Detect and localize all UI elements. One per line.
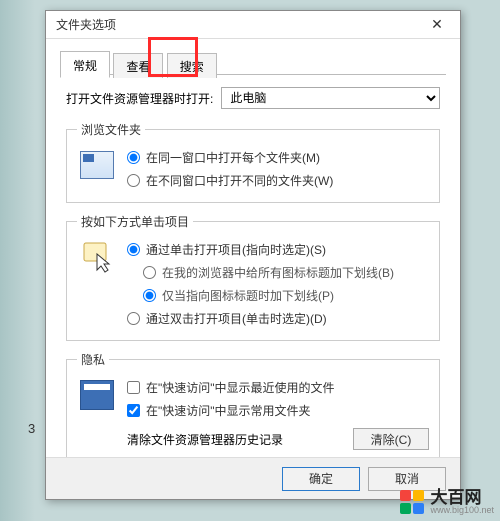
explorer-open-row: 打开文件资源管理器时打开: 此电脑 (66, 87, 440, 109)
underline-hover-label: 仅当指向图标标题时加下划线(P) (162, 287, 334, 304)
single-click-option[interactable]: 通过单击打开项目(指向时选定)(S) (127, 238, 429, 261)
tab-general[interactable]: 常规 (60, 51, 110, 78)
titlebar: 文件夹选项 ✕ (46, 11, 460, 39)
underline-hover-option[interactable]: 仅当指向图标标题时加下划线(P) (143, 284, 429, 307)
watermark-name: 大百网 (430, 489, 494, 506)
underline-all-option[interactable]: 在我的浏览器中给所有图标标题加下划线(B) (143, 261, 429, 284)
underline-all-radio[interactable] (143, 266, 156, 279)
window-icon (77, 148, 117, 182)
browse-new-window-label: 在不同窗口中打开不同的文件夹(W) (146, 172, 333, 189)
click-items-legend: 按如下方式单击项目 (77, 213, 193, 230)
show-frequent-option[interactable]: 在"快速访问"中显示常用文件夹 (127, 399, 429, 422)
privacy-group: 隐私 在"快速访问"中显示最近使用的文件 在"快速访问"中显示常用文件夹 (66, 351, 440, 461)
ok-button[interactable]: 确定 (282, 467, 360, 491)
page-number: 3 (28, 421, 35, 436)
watermark-url: www.big100.net (430, 506, 494, 515)
single-click-radio[interactable] (127, 243, 140, 256)
show-recent-option[interactable]: 在"快速访问"中显示最近使用的文件 (127, 376, 429, 399)
watermark-logo-icon (400, 490, 424, 514)
click-items-group: 按如下方式单击项目 通过单击打开项目(指向时选定)( (66, 213, 440, 341)
background-panel (0, 0, 35, 521)
privacy-legend: 隐私 (77, 351, 109, 368)
clear-button[interactable]: 清除(C) (353, 428, 429, 450)
cancel-button[interactable]: 取消 (368, 467, 446, 491)
double-click-option[interactable]: 通过双击打开项目(单击时选定)(D) (127, 307, 429, 330)
watermark: 大百网 www.big100.net (400, 489, 494, 515)
taskbar-icon (77, 378, 117, 412)
browse-new-window-option[interactable]: 在不同窗口中打开不同的文件夹(W) (127, 169, 429, 192)
double-click-radio[interactable] (127, 312, 140, 325)
underline-all-label: 在我的浏览器中给所有图标标题加下划线(B) (162, 264, 394, 281)
close-icon: ✕ (431, 16, 443, 33)
show-frequent-checkbox[interactable] (127, 404, 140, 417)
browse-same-window-radio[interactable] (127, 151, 140, 164)
double-click-label: 通过双击打开项目(单击时选定)(D) (146, 310, 327, 327)
show-frequent-label: 在"快速访问"中显示常用文件夹 (146, 402, 311, 419)
general-panel: 打开文件资源管理器时打开: 此电脑 浏览文件夹 在同一窗口中打开每个文件夹(M) (60, 75, 446, 509)
show-recent-label: 在"快速访问"中显示最近使用的文件 (146, 379, 335, 396)
show-recent-checkbox[interactable] (127, 381, 140, 394)
tab-view[interactable]: 查看 (113, 53, 163, 78)
explorer-open-label: 打开文件资源管理器时打开: (66, 90, 213, 107)
browse-folders-legend: 浏览文件夹 (77, 121, 145, 138)
browse-same-window-option[interactable]: 在同一窗口中打开每个文件夹(M) (127, 146, 429, 169)
tab-search[interactable]: 搜索 (167, 53, 217, 78)
dialog-content: 常规 查看 搜索 打开文件资源管理器时打开: 此电脑 浏览文件夹 (46, 39, 460, 513)
single-click-label: 通过单击打开项目(指向时选定)(S) (146, 241, 326, 258)
close-button[interactable]: ✕ (420, 14, 454, 36)
dialog-title: 文件夹选项 (56, 16, 420, 33)
dialog-footer: 确定 取消 (46, 457, 460, 499)
browse-folders-group: 浏览文件夹 在同一窗口中打开每个文件夹(M) 在不同窗口中打开不同的文件夹(W) (66, 121, 440, 203)
tab-strip: 常规 查看 搜索 (60, 51, 446, 75)
cursor-icon (77, 240, 117, 274)
underline-hover-radio[interactable] (143, 289, 156, 302)
explorer-open-select[interactable]: 此电脑 (221, 87, 440, 109)
folder-options-dialog: 文件夹选项 ✕ 常规 查看 搜索 打开文件资源管理器时打开: 此电脑 浏览文件夹 (45, 10, 461, 500)
clear-history-label: 清除文件资源管理器历史记录 (127, 431, 283, 448)
browse-same-window-label: 在同一窗口中打开每个文件夹(M) (146, 149, 320, 166)
browse-new-window-radio[interactable] (127, 174, 140, 187)
